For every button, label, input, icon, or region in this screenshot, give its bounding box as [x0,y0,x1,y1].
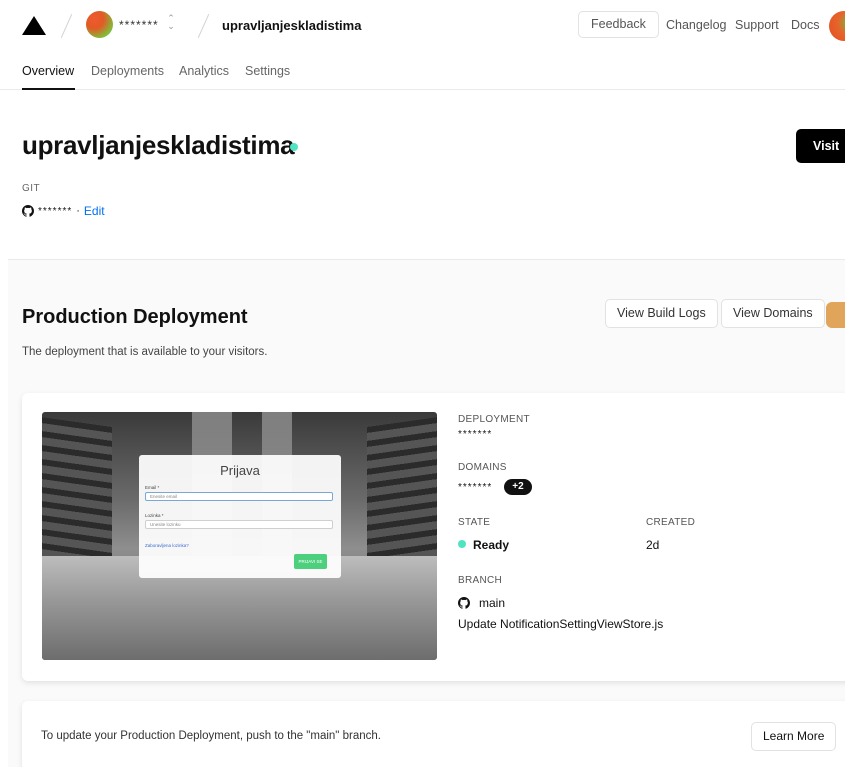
domain-link[interactable]: ******* [458,482,492,493]
tab-analytics[interactable]: Analytics [179,64,229,78]
integration-avatar[interactable] [826,302,845,328]
deployment-label: DEPLOYMENT [458,414,530,425]
edit-git-link[interactable]: Edit [84,204,105,218]
vercel-logo-icon[interactable] [22,16,46,35]
git-repo-name[interactable]: ******* [38,206,72,217]
preview-email-label: Email * [145,485,160,490]
created-label: CREATED [646,517,696,528]
deployment-url[interactable]: ******* [458,429,492,440]
preview-login-button: PRIJAVI SE [294,554,327,569]
team-avatar[interactable] [86,11,113,38]
info-text: To update your Production Deployment, pu… [41,730,381,742]
preview-password-label: Lozinka * [145,513,164,518]
domains-label: DOMAINS [458,462,507,473]
feedback-button[interactable]: Feedback [578,11,659,38]
preview-forgot-link: Zaboravljena lozinka? [145,543,189,548]
branch-value[interactable]: main [479,596,505,610]
learn-more-button[interactable]: Learn More [751,722,837,751]
production-subtitle: The deployment that is available to your… [22,346,268,358]
state-value: Ready [473,538,510,552]
status-dot [290,143,298,151]
breadcrumb-project[interactable]: upravljanjeskladistima [222,18,361,33]
git-repo-row: ******* · Edit [22,204,105,218]
breadcrumb-separator [197,13,210,39]
more-domains-badge[interactable]: +2 [504,479,532,495]
github-icon [22,205,34,217]
page-title: upravljanjeskladistima [22,130,295,160]
team-switcher-icon[interactable]: ⌃ ⌄ [166,14,176,31]
branch-icon [458,597,470,609]
production-title: Production Deployment [22,306,248,328]
support-link[interactable]: Support [735,18,779,32]
preview-login-title: Prijava [220,463,260,478]
preview-password-field: Unesite lozinku [145,520,333,529]
breadcrumb-separator [60,13,73,39]
view-domains-button[interactable]: View Domains [721,299,825,328]
commit-message[interactable]: Update NotificationSettingViewStore.js [458,617,663,631]
deployment-preview-image[interactable]: Prijava Email * Enesite email Lozinka * … [42,412,437,660]
git-label: GIT [22,183,41,194]
preview-login-form: Prijava Email * Enesite email Lozinka * … [139,455,341,578]
docs-link[interactable]: Docs [791,18,819,32]
tab-overview[interactable]: Overview [22,64,74,78]
separator-dot: · [76,205,80,217]
top-bar: ******* ⌃ ⌄ upravljanjeskladistima Feedba… [0,0,845,52]
created-value: 2d [646,538,660,552]
active-tab-indicator [22,88,75,90]
visit-button[interactable]: Visit [796,129,845,163]
user-avatar[interactable] [829,11,845,41]
branch-label: BRANCH [458,575,503,586]
changelog-link[interactable]: Changelog [666,18,726,32]
project-tabs: Overview Deployments Analytics Settings [0,52,845,90]
tab-deployments[interactable]: Deployments [91,64,164,78]
preview-email-field: Enesite email [145,492,333,501]
state-label: STATE [458,517,491,528]
team-name[interactable]: ******* [119,18,159,32]
tab-settings[interactable]: Settings [245,64,290,78]
view-build-logs-button[interactable]: View Build Logs [605,299,718,328]
ready-status-dot [458,540,466,548]
